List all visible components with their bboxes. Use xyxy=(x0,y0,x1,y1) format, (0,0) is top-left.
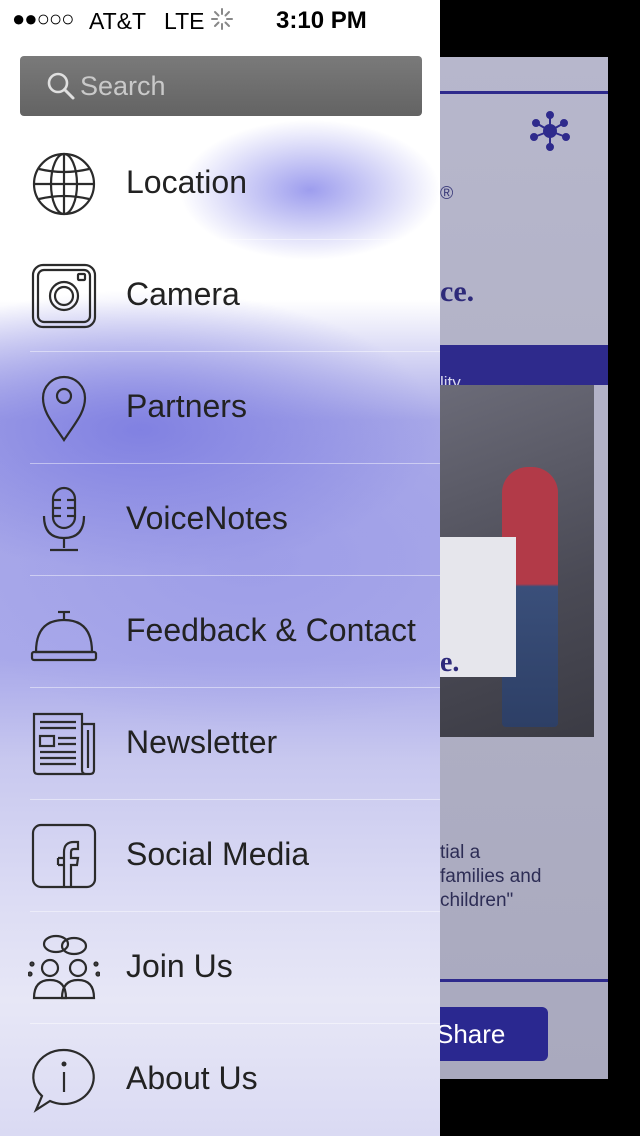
registered-mark: ® xyxy=(440,183,454,203)
menu-item-label: VoiceNotes xyxy=(126,500,288,536)
camera-icon xyxy=(31,263,97,329)
signal-strength: ●●○○○ xyxy=(12,6,74,31)
menu-item-label: Feedback & Contact xyxy=(126,612,416,648)
menu-item-join-us[interactable]: Join Us xyxy=(0,912,440,1024)
background-quote: tial a families and children" xyxy=(440,841,608,913)
share-button[interactable]: Share xyxy=(440,1007,548,1061)
menu-item-label: Newsletter xyxy=(126,724,278,760)
menu-item-location[interactable]: Location xyxy=(0,128,440,240)
carrier-name: AT&T xyxy=(89,8,147,34)
search-bar[interactable] xyxy=(20,56,422,116)
side-drawer: ●●○○○ AT&T LTE 3:10 PM Search Location C… xyxy=(0,0,440,1136)
microphone-icon xyxy=(42,486,86,552)
menu-item-voicenotes[interactable]: VoiceNotes xyxy=(0,464,440,576)
menu-item-label: Social Media xyxy=(126,836,310,872)
menu-item-label: Location xyxy=(126,164,247,200)
network-icon xyxy=(530,111,570,151)
info-bubble-icon xyxy=(32,1048,95,1113)
activity-spinner-icon xyxy=(211,8,233,30)
menu-item-camera[interactable]: Camera xyxy=(0,240,440,352)
menu-item-feedback-contact[interactable]: Feedback & Contact xyxy=(0,576,440,688)
quote-line: children" xyxy=(440,890,514,911)
quote-line: families and xyxy=(440,866,542,887)
menu-item-label: About Us xyxy=(126,1060,258,1096)
menu-item-label: Join Us xyxy=(126,948,233,984)
menu-item-about-us[interactable]: About Us xyxy=(0,1024,440,1136)
background-banner xyxy=(440,345,608,385)
menu-item-social-media[interactable]: Social Media xyxy=(0,800,440,912)
menu-item-label: Camera xyxy=(126,276,240,312)
status-bar: ●●○○○ AT&T LTE 3:10 PM xyxy=(0,0,440,40)
search-icon xyxy=(47,72,75,100)
menu-item-partners[interactable]: Partners xyxy=(0,352,440,464)
clock: 3:10 PM xyxy=(276,7,367,34)
photo-sign-text: e. xyxy=(440,647,460,678)
background-headline: ce. xyxy=(440,275,475,308)
background-app-screen: ® ce. lity e. tial a families and childr… xyxy=(440,57,608,1079)
menu-item-newsletter[interactable]: Newsletter xyxy=(0,688,440,800)
service-bell-icon xyxy=(30,610,98,662)
map-pin-icon xyxy=(41,375,87,442)
network-type: LTE xyxy=(164,8,205,34)
group-chat-icon xyxy=(28,934,100,1000)
menu-item-label: Partners xyxy=(126,388,247,424)
quote-line: tial a xyxy=(440,842,481,863)
globe-icon xyxy=(32,152,96,216)
background-top-rule xyxy=(440,91,608,94)
facebook-icon xyxy=(31,823,97,889)
search-input[interactable] xyxy=(80,66,410,106)
newspaper-icon xyxy=(32,712,96,776)
drawer-menu: Location Camera Partners VoiceNotes Feed… xyxy=(0,128,440,1136)
background-bottom-rule xyxy=(440,979,608,982)
